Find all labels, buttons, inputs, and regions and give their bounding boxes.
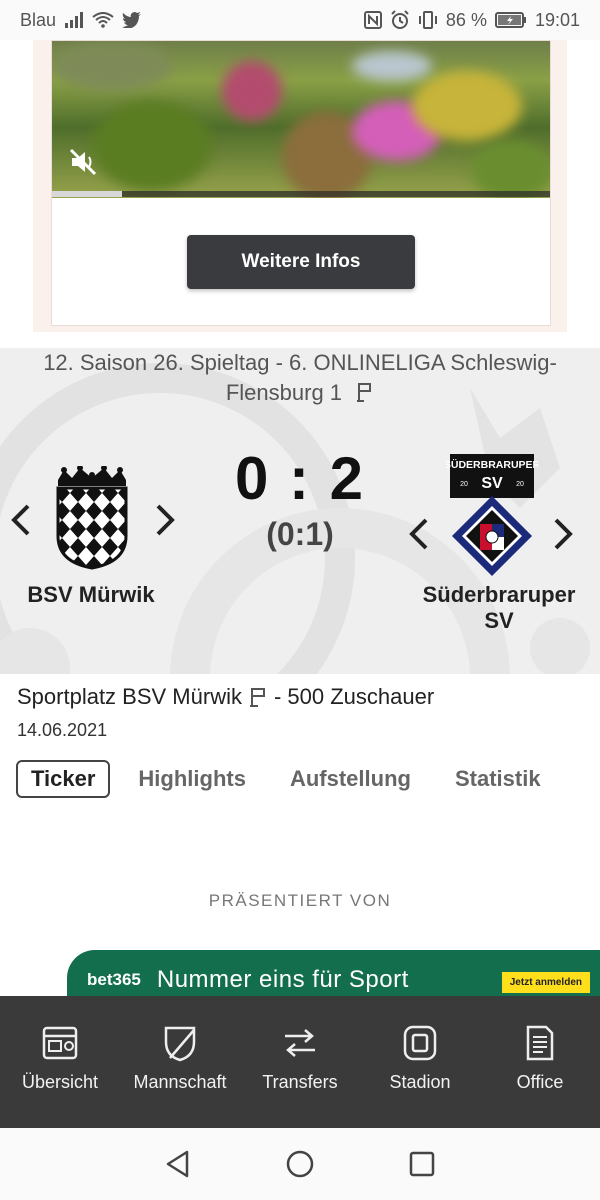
away-crest-year-right: 20: [516, 481, 524, 488]
tab-aufstellung[interactable]: Aufstellung: [290, 766, 411, 792]
more-info-button[interactable]: Weitere Infos: [187, 235, 415, 289]
away-team-crest[interactable]: SÜDERBRARUPER SV 20 20: [446, 452, 538, 576]
home-team-crest[interactable]: [54, 466, 130, 570]
nav-item-transfers[interactable]: Transfers: [240, 996, 360, 1128]
match-tabs: Ticker Highlights Aufstellung Statistik: [16, 760, 585, 798]
stadium-icon: [403, 1025, 437, 1061]
nav-item-team[interactable]: Mannschaft: [120, 996, 240, 1128]
tab-statistik[interactable]: Statistik: [455, 766, 541, 792]
video-progress[interactable]: [52, 191, 550, 197]
nav-label: Mannschaft: [133, 1072, 227, 1092]
mute-icon[interactable]: [68, 147, 98, 177]
away-team-name[interactable]: Süderbraruper SV: [408, 582, 590, 634]
sponsor-signup-button[interactable]: Jetzt anmelden: [501, 972, 590, 993]
sponsor-logo: bet365: [87, 970, 141, 989]
halftime-score: (0:1): [266, 516, 334, 552]
clock: 19:01: [534, 9, 580, 30]
carrier-label: Blau: [20, 9, 57, 30]
away-crest-text-top: SÜDERBRARUPER: [446, 458, 538, 471]
away-next-arrow[interactable]: [548, 514, 578, 554]
competition-title: 12. Saison 26. Spieltag - 6. ONLINELIGA …: [20, 348, 580, 408]
battery-icon: [494, 12, 526, 28]
home-prev-arrow[interactable]: [6, 500, 36, 540]
away-crest-text-mid: SV: [481, 475, 503, 492]
back-icon[interactable]: [163, 1149, 193, 1179]
competition-label: 12. Saison 26. Spieltag - 6. ONLINELIGA …: [43, 350, 557, 405]
tab-highlights[interactable]: Highlights: [138, 766, 246, 792]
document-icon: [526, 1025, 554, 1061]
corner-flag-icon: [357, 383, 372, 402]
system-navigation: [0, 1128, 600, 1200]
match-header: 12. Saison 26. Spieltag - 6. ONLINELIGA …: [0, 348, 600, 674]
home-icon[interactable]: [285, 1149, 315, 1179]
wifi-icon: [92, 12, 114, 28]
battery-percent: 86 %: [445, 9, 487, 30]
sponsor-slogan: Nummer eins für Sport: [156, 966, 409, 993]
transfer-arrows-icon: [285, 1029, 315, 1057]
twitter-icon: [122, 12, 142, 28]
bottom-navigation: Übersicht Mannschaft Transfers Stadion O…: [0, 996, 600, 1128]
ad-video[interactable]: [52, 41, 550, 198]
recents-icon[interactable]: [407, 1149, 437, 1179]
home-next-arrow[interactable]: [150, 500, 180, 540]
signal-icon: [65, 12, 84, 28]
nav-item-stadium[interactable]: Stadion: [360, 996, 480, 1128]
alarm-icon: [391, 10, 409, 29]
shield-icon: [164, 1026, 196, 1062]
nav-item-office[interactable]: Office: [480, 996, 600, 1128]
presented-by-label: PRÄSENTIERT VON: [208, 891, 392, 910]
venue-line: Sportplatz BSV Mürwik - 500 Zuschauer: [17, 684, 434, 710]
home-team-name[interactable]: BSV Mürwik: [0, 582, 182, 608]
match-date: 14.06.2021: [17, 720, 108, 740]
nav-label: Übersicht: [21, 1072, 99, 1092]
corner-flag-icon: [249, 688, 265, 707]
nfc-icon: [363, 11, 382, 29]
nav-item-overview[interactable]: Übersicht: [0, 996, 120, 1128]
ad-container: Weitere Infos: [33, 40, 567, 332]
overview-icon: [42, 1026, 78, 1060]
final-score: 0 : 2: [234, 445, 366, 512]
ad-card: Weitere Infos: [51, 40, 551, 326]
status-bar: Blau 86 % 19:01: [0, 0, 600, 40]
nav-label: Transfers: [262, 1072, 338, 1092]
vibrate-icon: [418, 11, 437, 29]
nav-label: Office: [516, 1072, 564, 1092]
venue-name[interactable]: Sportplatz BSV Mürwik: [17, 684, 242, 710]
away-prev-arrow[interactable]: [404, 514, 434, 554]
away-crest-year-left: 20: [460, 481, 468, 488]
spectators: - 500 Zuschauer: [273, 684, 435, 709]
video-progress-fill: [52, 191, 122, 197]
nav-label: Stadion: [389, 1072, 451, 1092]
tab-ticker[interactable]: Ticker: [16, 760, 111, 798]
